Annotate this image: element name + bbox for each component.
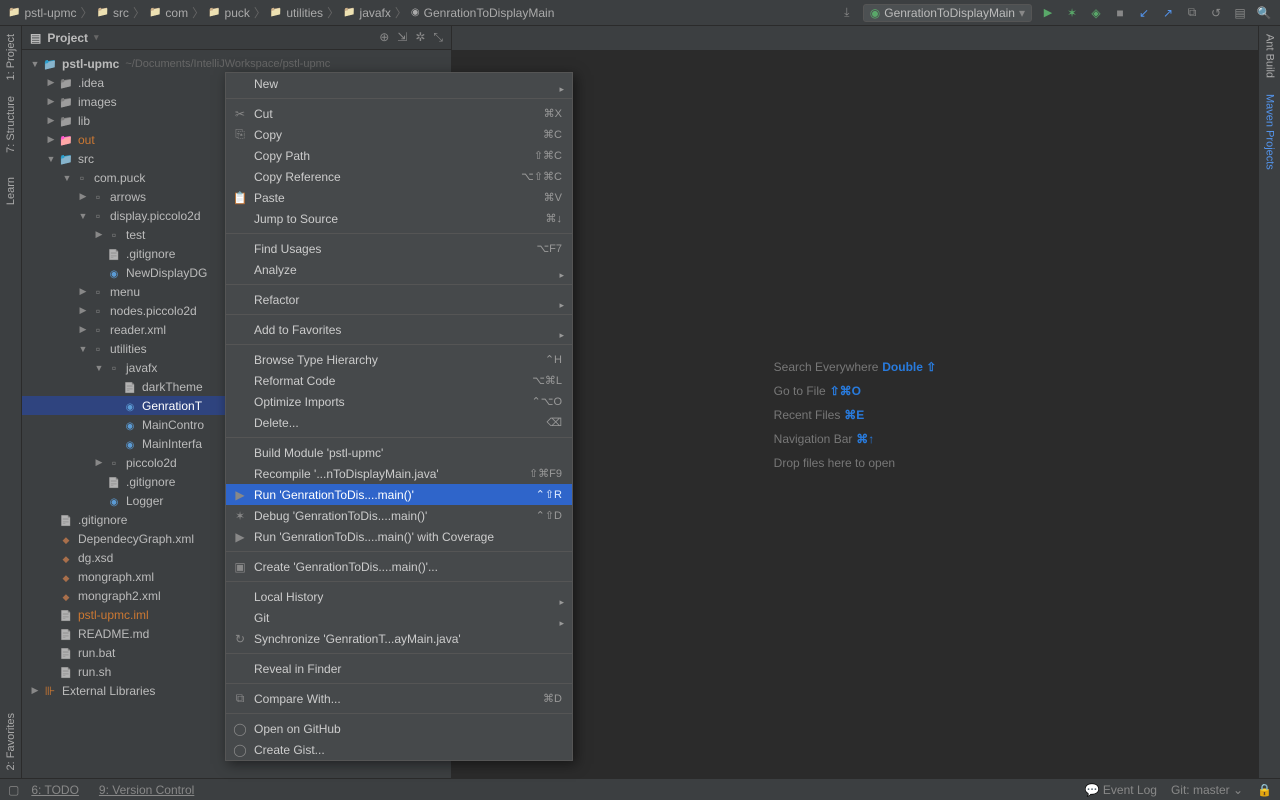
menu-item[interactable]: Jump to Source⌘↓ xyxy=(226,208,572,229)
menu-separator xyxy=(226,314,572,315)
menu-item[interactable]: Reveal in Finder xyxy=(226,658,572,679)
menu-item[interactable]: ⧉Compare With...⌘D xyxy=(226,688,572,709)
build-icon[interactable]: ⤓ xyxy=(839,5,855,21)
menu-item[interactable]: Git xyxy=(226,607,572,628)
breadcrumb-item[interactable]: 〉📁com xyxy=(133,4,188,21)
tool-tab-favorites[interactable]: 2: Favorites xyxy=(3,705,19,778)
menu-item[interactable]: Refactor xyxy=(226,289,572,310)
run-config-label: GenrationToDisplayMain xyxy=(884,6,1015,20)
menu-item[interactable]: Local History xyxy=(226,586,572,607)
breadcrumbs[interactable]: 📁pstl-upmc 〉📁src 〉📁com〉📁puck〉📁utilities〉📁j… xyxy=(8,4,554,21)
welcome-hint: Go to File ⇧⌘O xyxy=(774,382,937,398)
menu-item[interactable]: ◯Create Gist... xyxy=(226,739,572,760)
status-todo[interactable]: 6: TODO xyxy=(31,783,79,797)
menu-separator xyxy=(226,653,572,654)
coverage-button[interactable]: ◈ xyxy=(1088,5,1104,21)
run-button[interactable] xyxy=(1040,5,1056,21)
stop-button[interactable]: ■ xyxy=(1112,5,1128,21)
welcome-hint: Navigation Bar ⌘↑ xyxy=(774,430,937,446)
tree-node[interactable]: ▼pstl-upmc~/Documents/IntelliJWorkspace/… xyxy=(22,54,451,73)
menu-item[interactable]: ↻Synchronize 'GenrationT...ayMain.java' xyxy=(226,628,572,649)
menu-item[interactable]: 📋Paste⌘V xyxy=(226,187,572,208)
menu-item[interactable]: Copy Reference⌥⇧⌘C xyxy=(226,166,572,187)
menu-item[interactable]: Build Module 'pstl-upmc' xyxy=(226,442,572,463)
project-structure-icon[interactable]: ▤ xyxy=(1232,5,1248,21)
menu-item[interactable]: Delete...⌫ xyxy=(226,412,572,433)
menu-item[interactable]: ▶Run 'GenrationToDis....main()' with Cov… xyxy=(226,526,572,547)
debug-button[interactable] xyxy=(1064,5,1080,21)
status-window-icon[interactable]: ▢ xyxy=(8,783,19,797)
menu-separator xyxy=(226,344,572,345)
menu-item[interactable]: ✂Cut⌘X xyxy=(226,103,572,124)
status-lock-icon[interactable]: 🔒 xyxy=(1257,783,1272,797)
vcs-history-icon[interactable]: ⧉ xyxy=(1184,5,1200,21)
menu-item[interactable]: Browse Type Hierarchy⌃H xyxy=(226,349,572,370)
breadcrumb-item[interactable]: 〉📁src xyxy=(80,4,128,21)
menu-separator xyxy=(226,233,572,234)
run-config-selector[interactable]: ◉ GenrationToDisplayMain ▾ xyxy=(863,4,1032,22)
vcs-update-icon[interactable]: ↙ xyxy=(1136,5,1152,21)
menu-item[interactable]: New xyxy=(226,73,572,94)
breadcrumb-item[interactable]: 〉◉GenrationToDisplayMain xyxy=(395,4,554,21)
breadcrumb-item[interactable]: 📁pstl-upmc xyxy=(8,6,76,20)
tool-tab-maven[interactable]: Maven Projects xyxy=(1262,86,1278,178)
right-tool-strip: Ant Build Maven Projects xyxy=(1258,26,1280,778)
vcs-revert-icon[interactable]: ↺ xyxy=(1208,5,1224,21)
search-icon[interactable]: 🔍 xyxy=(1256,5,1272,21)
breadcrumb-item[interactable]: 〉📁javafx xyxy=(327,4,391,21)
menu-item[interactable]: ◯Open on GitHub xyxy=(226,718,572,739)
tool-tab-project[interactable]: 1: Project xyxy=(3,26,19,88)
breadcrumb-item[interactable]: 〉📁utilities xyxy=(254,4,323,21)
menu-separator xyxy=(226,713,572,714)
menu-item[interactable]: Recompile '...nToDisplayMain.java'⇧⌘F9 xyxy=(226,463,572,484)
menu-item[interactable]: Copy Path⇧⌘C xyxy=(226,145,572,166)
menu-item[interactable]: ▣Create 'GenrationToDis....main()'... xyxy=(226,556,572,577)
tool-tab-ant[interactable]: Ant Build xyxy=(1262,26,1278,86)
project-panel-title: Project xyxy=(47,31,88,45)
menu-item[interactable]: ⎘Copy⌘C xyxy=(226,124,572,145)
menu-item[interactable]: ✶Debug 'GenrationToDis....main()'⌃⇧D xyxy=(226,505,572,526)
left-tool-strip: 1: Project 7: Structure Learn 2: Favorit… xyxy=(0,26,22,778)
vcs-commit-icon[interactable]: ↗ xyxy=(1160,5,1176,21)
event-log[interactable]: 💬 Event Log xyxy=(1085,783,1157,797)
menu-item[interactable]: Find Usages⌥F7 xyxy=(226,238,572,259)
menu-item[interactable]: ▶Run 'GenrationToDis....main()'⌃⇧R xyxy=(226,484,572,505)
menu-separator xyxy=(226,437,572,438)
menu-item[interactable]: Add to Favorites xyxy=(226,319,572,340)
context-menu[interactable]: New ✂Cut⌘X⎘Copy⌘CCopy Path⇧⌘CCopy Referen… xyxy=(225,72,573,761)
menu-item[interactable]: Optimize Imports⌃⌥O xyxy=(226,391,572,412)
menu-separator xyxy=(226,98,572,99)
project-panel-header: ▤Project ▾ ⊕ ⇲ ✲ ⤡ xyxy=(22,26,451,50)
menu-separator xyxy=(226,683,572,684)
menu-separator xyxy=(226,284,572,285)
status-bar: ▢ 6: TODO 9: Version Control 💬 Event Log… xyxy=(0,778,1280,800)
breadcrumb-item[interactable]: 〉📁puck xyxy=(192,4,250,21)
welcome-hint: Search Everywhere Double ⇧ xyxy=(774,358,937,374)
welcome-hint: Recent Files ⌘E xyxy=(774,406,937,422)
tool-tab-learn[interactable]: Learn xyxy=(3,169,19,213)
welcome-hint: Drop files here to open xyxy=(774,454,937,470)
menu-item[interactable]: Reformat Code⌥⌘L xyxy=(226,370,572,391)
tool-tab-structure[interactable]: 7: Structure xyxy=(3,88,19,161)
project-panel-icon: ▤ xyxy=(30,31,41,45)
collapse-icon[interactable]: ⇲ xyxy=(397,30,407,45)
menu-item[interactable]: Analyze xyxy=(226,259,572,280)
settings-icon[interactable]: ✲ xyxy=(415,30,425,45)
hide-icon[interactable]: ⤡ xyxy=(433,30,443,45)
menu-separator xyxy=(226,581,572,582)
locate-icon[interactable]: ⊕ xyxy=(379,30,389,45)
git-branch[interactable]: Git: master ⌄ xyxy=(1171,783,1243,797)
status-vcs[interactable]: 9: Version Control xyxy=(99,783,194,797)
top-toolbar: 📁pstl-upmc 〉📁src 〉📁com〉📁puck〉📁utilities〉📁j… xyxy=(0,0,1280,26)
menu-separator xyxy=(226,551,572,552)
